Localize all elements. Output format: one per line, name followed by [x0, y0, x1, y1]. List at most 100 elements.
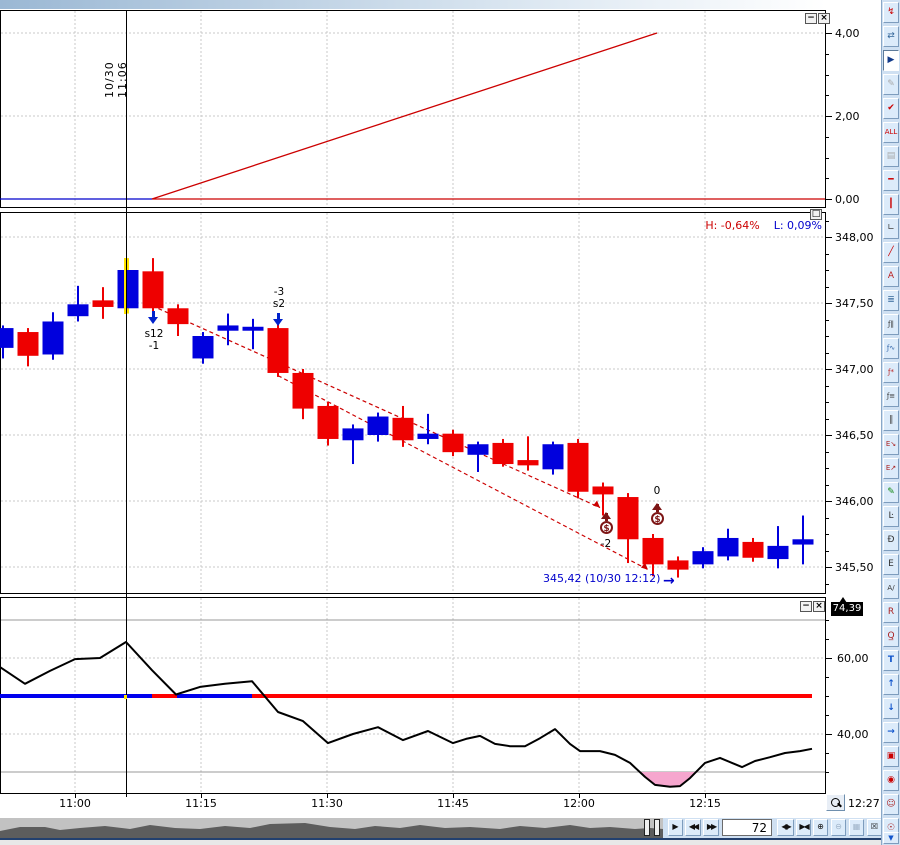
time-axis-label: 11:30: [311, 797, 343, 810]
arrow-right-marker-tool-icon[interactable]: →: [883, 722, 899, 743]
zigzag-tool-icon[interactable]: ↯: [883, 2, 899, 23]
axis-tick: [826, 270, 829, 271]
zoom-button[interactable]: [826, 794, 845, 811]
l-study-tool-icon[interactable]: Ŀ: [883, 506, 899, 527]
zoom-out-button: ⊖: [831, 819, 846, 836]
axis-tick: [826, 33, 832, 34]
crosshair-tool-icon: ✎: [883, 74, 899, 95]
vertical-line-tool-icon[interactable]: ┃: [883, 194, 899, 215]
axis-tick: [826, 501, 832, 502]
text-tool-icon[interactable]: T: [883, 650, 899, 671]
angle-line-tool-icon[interactable]: ∟: [883, 218, 899, 239]
sell-signal-arrow-1: [148, 311, 159, 325]
indicator-levels-tool-icon[interactable]: ƒ≡: [883, 386, 899, 407]
axis-tick: [826, 452, 829, 453]
page-forward-button[interactable]: ▶▶: [703, 819, 719, 836]
time-axis-tick: [705, 793, 706, 798]
signal-label-s2: -3 s2: [262, 286, 296, 310]
axis-tick: [826, 287, 829, 288]
d-study-tool-icon[interactable]: Ð: [883, 530, 899, 551]
axis-tick: [826, 369, 832, 370]
window-title-strip: [0, 0, 826, 9]
axis-tick: [826, 772, 829, 773]
indicator-histogram-tool-icon[interactable]: ƒ‖: [883, 314, 899, 335]
navigation-bar: ▶◀◀▶▶◀▶▶◀⊕⊖▦☒: [0, 818, 881, 838]
page-back-button[interactable]: ◀◀: [685, 819, 701, 836]
grow-bars-button[interactable]: ▶◀: [796, 819, 811, 836]
text-label-tool-icon[interactable]: A: [883, 266, 899, 287]
show-all-tool-icon[interactable]: ALL: [883, 122, 899, 143]
axis-tick: [826, 75, 829, 76]
drawing-toolbar: ↯ ⇄ ▶ ✎ ✔ ALL ▤ ━ ┃ ∟ ╱ A ≣ ƒ‖ ƒ∿ ƒ* ƒ≡ ∥ E↘ E↗ ✎ ĿÐE A/R Q̲ T ↑ ↓…: [881, 0, 900, 845]
high-percent-label: H: -0,64%: [705, 219, 759, 232]
circle-marker-tool-icon[interactable]: ◉: [883, 770, 899, 791]
annotation-tool-icon[interactable]: A/: [883, 578, 899, 599]
fibonacci-tool-icon[interactable]: ≣: [883, 290, 899, 311]
regression-tool-icon[interactable]: R: [883, 602, 899, 623]
price-scale: 4,002,000,00348,00347,50347,00346,50346,…: [826, 9, 881, 817]
axis-value-label: 347,00: [835, 363, 874, 376]
panel3-minimize-button[interactable]: −: [800, 601, 812, 612]
axis-tick: [826, 620, 829, 621]
pointer-tool-icon[interactable]: ▶: [883, 50, 899, 71]
arrow-down-marker-tool-icon[interactable]: ↓: [883, 698, 899, 719]
arrow-up-marker-tool-icon[interactable]: ↑: [883, 674, 899, 695]
panes-tool-icon: ▤: [883, 146, 899, 167]
indicator-curve-tool-icon[interactable]: ƒ∿: [883, 338, 899, 359]
crosshair-oscillator-mark: [124, 695, 127, 699]
axis-tick: [826, 116, 832, 117]
close-view-button[interactable]: ☒: [867, 819, 882, 836]
status-strip: [0, 838, 881, 845]
e-study-tool-icon[interactable]: E: [883, 554, 899, 575]
axis-tick: [826, 419, 829, 420]
overview-handle-left[interactable]: [644, 819, 650, 836]
axis-value-label: 2,00: [835, 110, 860, 123]
indicator-star-tool-icon[interactable]: ƒ*: [883, 362, 899, 383]
axis-tick: [826, 753, 829, 754]
axis-tick: [826, 534, 829, 535]
signal-text: -1: [138, 340, 170, 352]
axis-tick: [826, 178, 829, 179]
low-percent-label: L: 0,09%: [774, 219, 822, 232]
magnifier-handle: [837, 803, 842, 808]
time-axis-tick: [327, 793, 328, 798]
overview-handle-right[interactable]: [654, 819, 660, 836]
sell-signal-arrow-2: [273, 313, 284, 327]
panel2-restore-button[interactable]: □: [810, 209, 822, 220]
axis-tick: [826, 237, 832, 238]
pencil-tool-icon[interactable]: ✎: [883, 482, 899, 503]
smiley-marker-tool-icon[interactable]: ☺: [883, 794, 899, 815]
expert-short-tool-icon[interactable]: E↘: [883, 434, 899, 455]
selected-candle-wick: [124, 258, 126, 314]
session-low-label: 345,42 (10/30 12:12): [543, 572, 660, 585]
axis-tick: [826, 485, 829, 486]
time-axis-tick: [453, 793, 454, 798]
panel1-close-button[interactable]: ×: [818, 13, 830, 24]
shrink-bars-button[interactable]: ◀▶: [777, 819, 794, 836]
axis-tick: [826, 468, 829, 469]
channel-tool-icon[interactable]: ∥: [883, 410, 899, 431]
zoom-in-button[interactable]: ⊕: [813, 819, 828, 836]
toolbar-scroll-down-icon[interactable]: ▼: [883, 832, 899, 844]
expert-long-tool-icon[interactable]: E↗: [883, 458, 899, 479]
horizontal-line-tool-icon[interactable]: ━: [883, 170, 899, 191]
signal-label-s12: s12 -1: [138, 328, 170, 352]
axis-tick: [826, 54, 829, 55]
chart-overview-scrollbar[interactable]: [0, 818, 663, 838]
data-window-tool-icon[interactable]: ⇄: [883, 26, 899, 47]
panel1-minimize-button[interactable]: −: [805, 13, 817, 24]
signal-text: s12: [138, 328, 170, 340]
bars-count-input[interactable]: [722, 819, 772, 836]
time-axis-label: 11:00: [59, 797, 91, 810]
square-marker-tool-icon[interactable]: ▣: [883, 746, 899, 767]
signal-text: 0: [646, 485, 668, 497]
axis-tick: [826, 696, 829, 697]
step-forward-button[interactable]: ▶: [668, 819, 683, 836]
axis-value-label: 346,00: [835, 495, 874, 508]
signal-text: s2: [262, 298, 296, 310]
crosshair-time-label: 10/30 11:06: [103, 22, 129, 98]
trend-line-tool-icon[interactable]: ╱: [883, 242, 899, 263]
apply-tool-icon[interactable]: ✔: [883, 98, 899, 119]
quote-tool-icon[interactable]: Q̲: [883, 626, 899, 647]
panel3-close-button[interactable]: ×: [813, 601, 825, 612]
